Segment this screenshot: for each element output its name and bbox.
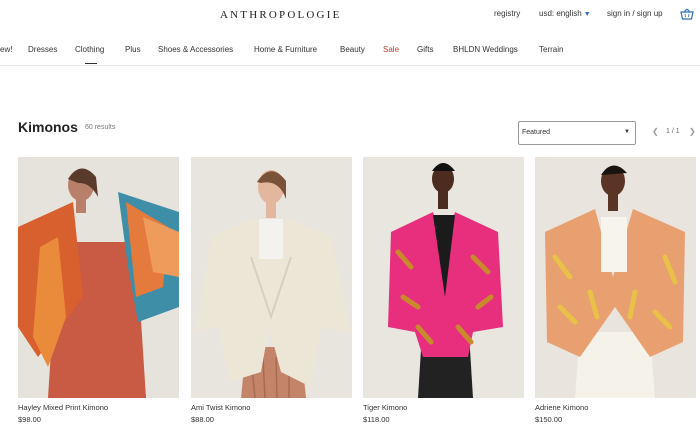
nav-item-terrain[interactable]: Terrain [539,45,563,54]
product-image[interactable] [535,157,696,398]
currency-selector[interactable]: usd: english ▼ [539,9,591,18]
brand-logo[interactable]: ANTHROPOLOGIE [220,9,341,21]
product-card[interactable]: Ami Twist Kimono $88.00 [191,157,352,424]
nav-item-home-furniture[interactable]: Home & Furniture [254,45,317,54]
active-nav-indicator [85,63,97,64]
nav-item-new[interactable]: ew! [0,45,12,54]
product-price: $118.00 [363,415,390,424]
product-image[interactable] [363,157,524,398]
nav-item-sale[interactable]: Sale [383,45,399,54]
nav-item-plus[interactable]: Plus [125,45,141,54]
product-price: $150.00 [535,415,563,424]
product-price: $98.00 [18,415,41,424]
next-page-icon[interactable]: ❯ [689,127,696,136]
main-navigation: ew! Dresses Clothing Plus Shoes & Access… [0,38,700,66]
product-name[interactable]: Hayley Mixed Print Kimono [18,403,108,412]
nav-item-beauty[interactable]: Beauty [340,45,365,54]
shopping-bag-icon[interactable] [680,7,694,20]
product-card[interactable]: Adriene Kimono $150.00 [535,157,696,424]
product-name[interactable]: Adriene Kimono [535,403,588,412]
product-card[interactable]: Tiger Kimono $118.00 [363,157,524,424]
top-bar: ANTHROPOLOGIE registry usd: english ▼ sig… [0,0,700,30]
nav-item-bhldn-weddings[interactable]: BHLDN Weddings [453,45,518,54]
nav-item-gifts[interactable]: Gifts [417,45,433,54]
product-image[interactable] [18,157,179,398]
page-indicator: 1 / 1 [666,128,680,135]
nav-item-shoes-accessories[interactable]: Shoes & Accessories [158,45,233,54]
sort-dropdown[interactable]: Featured ▼ [518,121,636,145]
results-count: 60 results [85,124,116,131]
sign-in-link[interactable]: sign in / sign up [607,9,663,18]
nav-item-dresses[interactable]: Dresses [28,45,57,54]
registry-link[interactable]: registry [494,9,520,18]
product-name[interactable]: Ami Twist Kimono [191,403,250,412]
caret-down-icon: ▼ [583,11,591,18]
dropdown-arrow-icon: ▼ [624,129,630,135]
product-card[interactable]: Hayley Mixed Print Kimono $98.00 [18,157,179,424]
product-name[interactable]: Tiger Kimono [363,403,407,412]
currency-label: usd: english [539,9,582,18]
product-price: $88.00 [191,415,214,424]
product-image[interactable] [191,157,352,398]
sort-value: Featured [522,129,551,136]
page-title: Kimonos [18,119,78,135]
nav-item-clothing[interactable]: Clothing [75,45,104,54]
previous-page-icon[interactable]: ❮ [652,127,659,136]
